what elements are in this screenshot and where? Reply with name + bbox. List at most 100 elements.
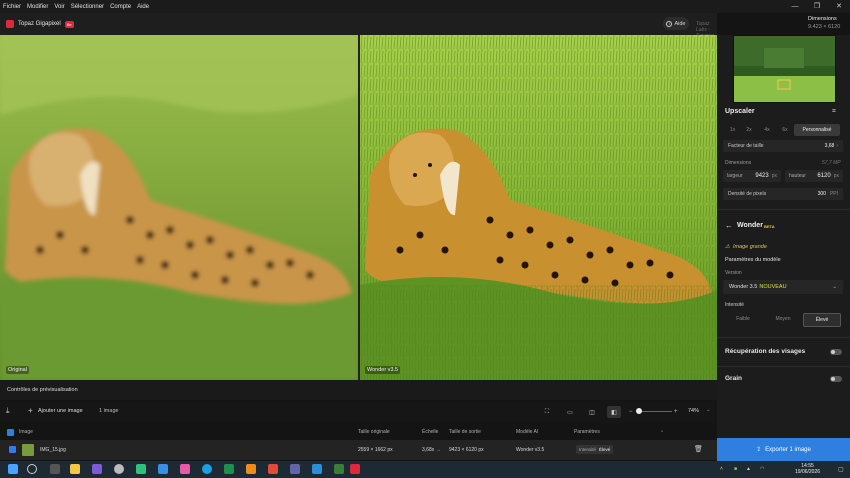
col-image[interactable]: Image	[19, 429, 33, 435]
add-image-button[interactable]: Ajouter une image	[38, 408, 83, 414]
app-icon-3[interactable]	[136, 464, 146, 474]
col-original-size[interactable]: Taille originale	[358, 429, 390, 435]
density-row[interactable]: Densité de pixels 300 PPI	[723, 188, 843, 200]
zoom-chevron-icon[interactable]: ⌄	[706, 407, 711, 413]
fit-view-icon[interactable]: ⛶	[540, 406, 554, 418]
col-ai-model[interactable]: Modèle AI	[516, 429, 538, 435]
app-icon-8[interactable]	[312, 464, 322, 474]
menu-compte[interactable]: Compte	[107, 4, 134, 10]
width-field[interactable]: largeur 9423 px	[723, 170, 781, 182]
task-view-icon[interactable]	[50, 464, 60, 474]
menu-aide[interactable]: Aide	[134, 4, 152, 10]
table-row[interactable]: IMG_15.jpg 2559 × 1662 px 3,68x → 9423 ×…	[0, 440, 717, 460]
factor-row[interactable]: Facteur de taille 3,68 ›	[723, 140, 843, 152]
col-scale[interactable]: Échelle	[422, 429, 438, 435]
density-value[interactable]: 300	[818, 191, 826, 197]
app-icon-6[interactable]	[224, 464, 234, 474]
app-icon-4[interactable]	[158, 464, 168, 474]
windows-start-icon[interactable]	[8, 464, 18, 474]
app-icon-1[interactable]	[92, 464, 102, 474]
restore-button[interactable]: ❐	[806, 0, 828, 13]
menu-voir[interactable]: Voir	[51, 4, 67, 10]
height-field[interactable]: hauteur 6120 px	[785, 170, 843, 182]
menu-bar: Fichier Modifier Voir Sélectionner Compt…	[0, 0, 850, 13]
stepper-icon[interactable]: ›	[836, 143, 838, 149]
export-icon: ⇪	[756, 447, 762, 453]
row-original-size: 2559 × 1662 px	[358, 447, 393, 453]
teams-icon[interactable]	[290, 464, 300, 474]
tray-chevron-icon[interactable]: ˄	[720, 466, 723, 472]
os-taskbar: ˄ ■ ▲ ◠ 14:55 19/06/2026 ▢	[0, 461, 850, 478]
help-label: Aide	[674, 20, 686, 27]
zoom-out-icon[interactable]: −	[629, 409, 633, 415]
factor-value[interactable]: 3,68	[825, 143, 835, 149]
col-params[interactable]: Paramètres	[574, 429, 600, 435]
vlc-icon[interactable]	[246, 464, 256, 474]
tray-icon-2[interactable]: ▲	[746, 466, 751, 472]
scale-custom[interactable]: Personnalisé	[794, 124, 840, 136]
grain-label: Grain	[725, 375, 742, 382]
original-tag: Original	[6, 366, 29, 374]
zoom-in-icon[interactable]: +	[674, 409, 678, 415]
image-toolbar: ⤓ + Ajouter une image 1 image ⛶ ▭ ◫ ◧ − …	[0, 401, 717, 423]
split-view-icon[interactable]: ◫	[585, 406, 599, 418]
crop-icon[interactable]: ⌗	[832, 108, 836, 116]
minimize-button[interactable]: —	[784, 0, 806, 13]
notification-icon[interactable]: ▢	[838, 466, 844, 473]
file-explorer-icon[interactable]	[70, 464, 80, 474]
back-arrow-icon[interactable]: ←	[725, 221, 733, 230]
clock-date: 19/06/2026	[795, 469, 821, 475]
tray-icon-1[interactable]: ■	[734, 466, 737, 472]
menu-selectionner[interactable]: Sélectionner	[68, 4, 107, 10]
intensity-high[interactable]: Élevé	[803, 313, 841, 327]
single-view-icon[interactable]: ▭	[563, 406, 577, 418]
separator	[717, 209, 850, 210]
intensity-medium[interactable]: Moyen	[763, 313, 803, 327]
density-unit: PPI	[829, 191, 838, 197]
edge-browser-icon[interactable]	[202, 464, 212, 474]
app-icon-7[interactable]	[268, 464, 278, 474]
chevron-down-icon: ⌄	[832, 284, 837, 290]
row-checkbox[interactable]	[9, 446, 16, 453]
help-button[interactable]: i Aide	[663, 17, 689, 30]
row-param-label: Intensité	[579, 447, 597, 452]
face-recovery-label: Récupération des visages	[725, 348, 806, 355]
preview-enhanced[interactable]: Wonder v3.5	[360, 35, 717, 380]
zoom-value[interactable]: 74%	[688, 408, 699, 414]
version-select[interactable]: Wonder 3.5 NOUVEAU ⌄	[723, 280, 843, 294]
width-unit: px	[771, 173, 777, 179]
version-value: Wonder 3.5	[729, 284, 758, 290]
app-icon-5[interactable]	[180, 464, 190, 474]
scale-4x[interactable]: 4x	[758, 124, 776, 136]
preview-original[interactable]: Original	[0, 35, 358, 380]
collapse-icon[interactable]: ⤓	[6, 406, 10, 416]
zoom-slider-handle[interactable]	[636, 408, 642, 414]
trash-icon[interactable]: 🗑	[694, 445, 703, 453]
app-bar: Topaz Gigapixel Be i Aide Topaz Labs · S…	[0, 13, 717, 51]
menu-fichier[interactable]: Fichier	[0, 4, 24, 10]
wifi-icon[interactable]: ◠	[760, 466, 764, 472]
close-button[interactable]: ✕	[828, 0, 850, 13]
menu-modifier[interactable]: Modifier	[24, 4, 51, 10]
search-icon[interactable]	[27, 464, 37, 474]
grain-toggle[interactable]	[830, 376, 842, 382]
col-output-size[interactable]: Taille de sortie	[449, 429, 481, 435]
side-by-side-view-icon[interactable]: ◧	[607, 406, 621, 418]
scale-1x[interactable]: 1x	[725, 124, 740, 136]
system-clock[interactable]: 14:55 19/06/2026	[795, 463, 820, 475]
topaz-taskbar-icon[interactable]	[350, 464, 360, 474]
height-value[interactable]: 6120	[817, 173, 830, 179]
upscaler-title: Upscaler	[725, 108, 755, 115]
app-icon-9[interactable]	[334, 464, 344, 474]
navigator-thumbnail[interactable]	[733, 35, 836, 103]
select-all-checkbox[interactable]	[7, 429, 14, 436]
app-logo-icon	[6, 20, 14, 28]
scale-2x[interactable]: 2x	[740, 124, 758, 136]
export-button[interactable]: ⇪ Exporter 1 image	[717, 438, 850, 461]
preview-controls-bar: Contrôles de prévisualisation	[0, 380, 717, 400]
width-value[interactable]: 9423	[755, 173, 768, 179]
face-recovery-toggle[interactable]	[830, 349, 842, 355]
app-icon-2[interactable]	[114, 464, 124, 474]
intensity-low[interactable]: Faible	[723, 313, 763, 327]
scale-6x[interactable]: 6x	[776, 124, 794, 136]
